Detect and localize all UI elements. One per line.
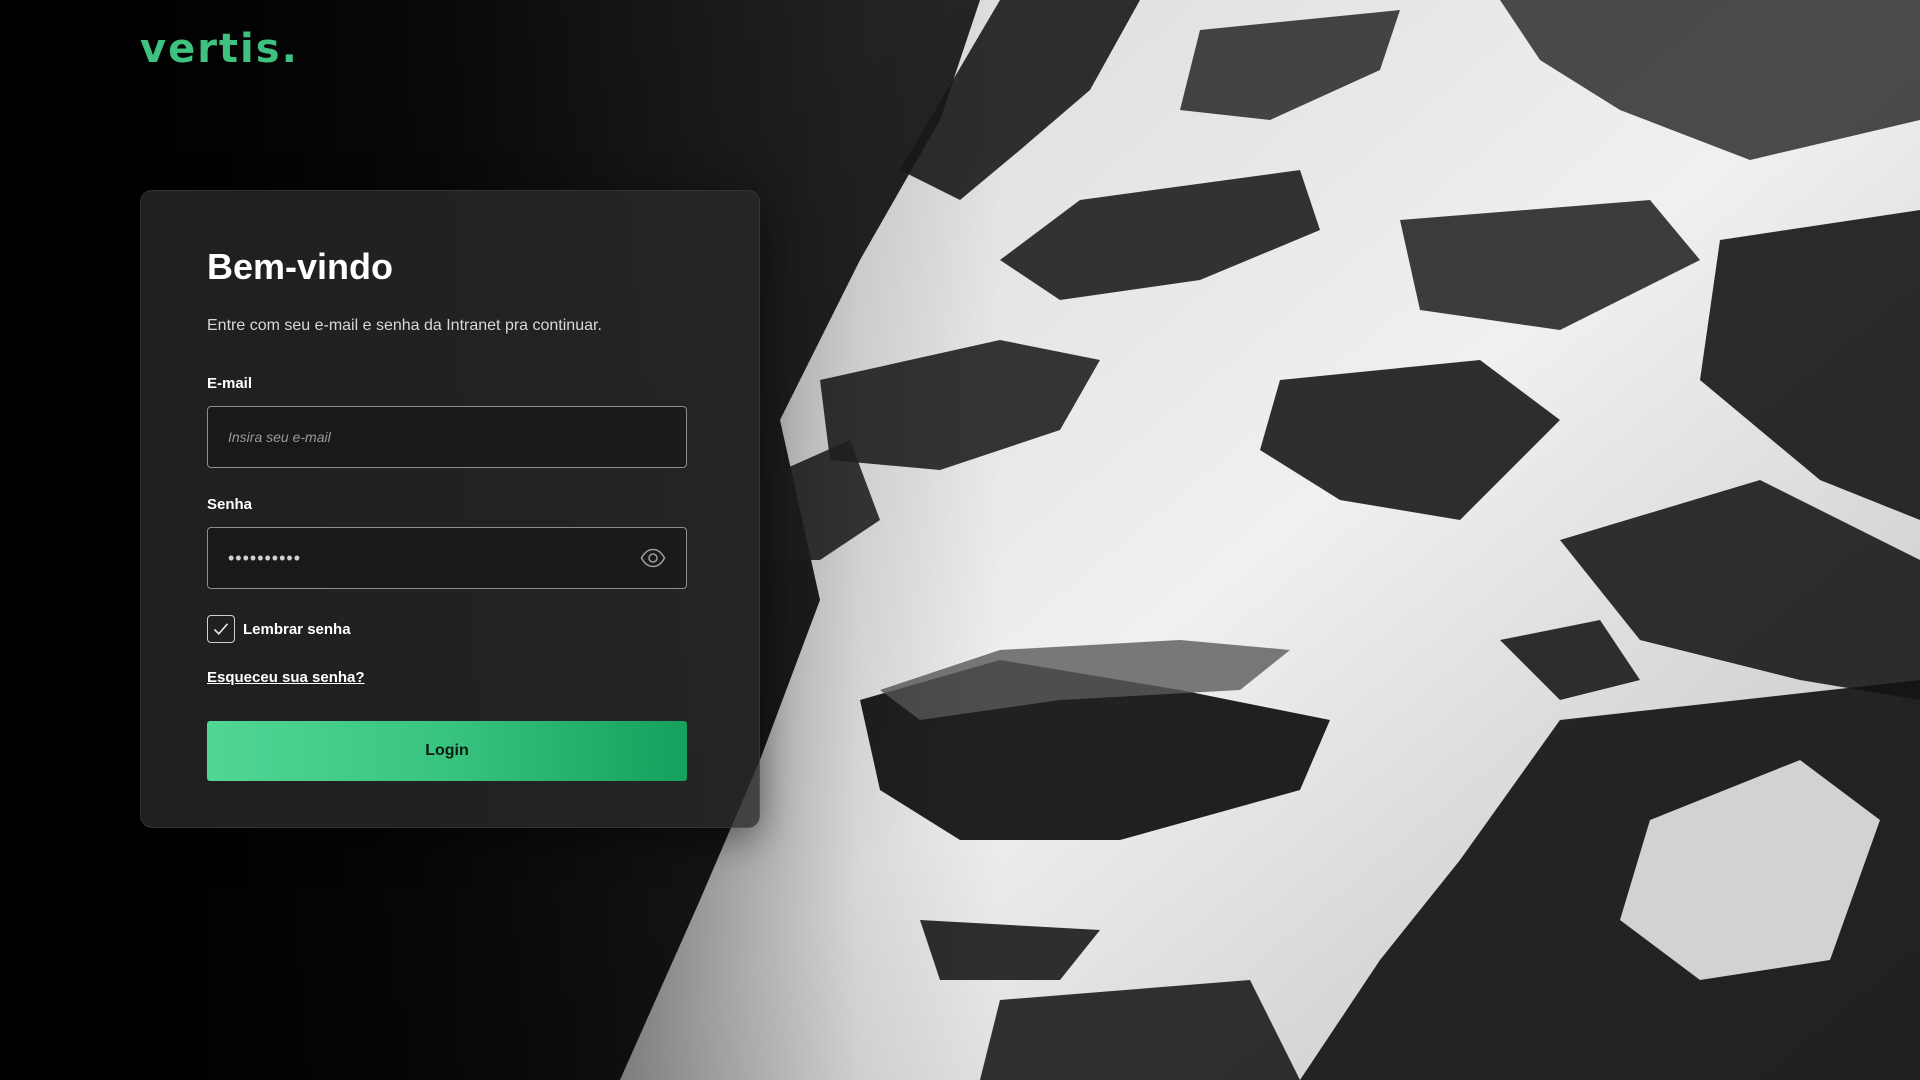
brand-logo[interactable]: vertis. [140,26,299,72]
check-icon [213,623,229,635]
login-title: Bem-vindo [207,246,394,287]
login-subtitle: Entre com seu e-mail e senha da Intranet… [207,317,602,334]
forgot-password-link[interactable]: Esqueceu sua senha? [207,669,365,686]
password-field-wrapper [207,527,687,589]
password-input[interactable] [226,546,668,570]
eye-icon[interactable] [640,548,666,568]
remember-row: Lembrar senha [207,615,693,643]
remember-label[interactable]: Lembrar senha [243,621,351,638]
email-input[interactable] [226,428,668,446]
password-label: Senha [207,496,253,513]
login-page: vertis. Bem-vindo Entre com seu e-mail e… [0,0,1920,1080]
remember-checkbox[interactable] [207,615,235,643]
email-label: E-mail [207,375,253,392]
login-card: Bem-vindo Entre com seu e-mail e senha d… [140,190,760,828]
login-button[interactable]: Login [207,721,687,781]
email-field-wrapper [207,406,687,468]
